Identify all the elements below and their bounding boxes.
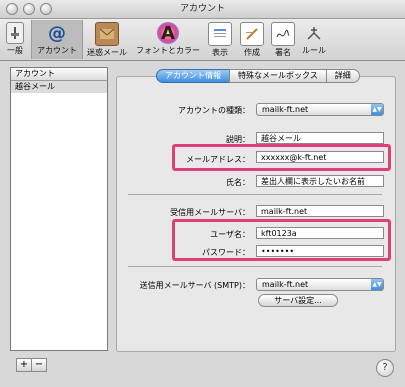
add-account-button[interactable]: + bbox=[16, 358, 32, 372]
password-label: パスワード： bbox=[202, 248, 250, 257]
email-label: メールアドレス： bbox=[186, 155, 250, 164]
toolbar-rules-label: ルール bbox=[302, 46, 326, 55]
email-field[interactable]: xxxxxx@k-ft.net bbox=[256, 151, 384, 163]
server-settings-button[interactable]: サーバ設定... bbox=[258, 294, 338, 307]
separator bbox=[128, 266, 382, 267]
close-icon[interactable] bbox=[6, 3, 18, 15]
toolbar: 一般 @ アカウント 迷惑メール A フォントとカラー 表示 作成 署名 ルール bbox=[0, 19, 405, 61]
toolbar-rules[interactable]: ルール bbox=[299, 20, 329, 59]
password-field[interactable]: ••••••• bbox=[256, 245, 384, 257]
separator bbox=[128, 194, 382, 195]
window-controls bbox=[6, 3, 52, 15]
toolbar-accounts-label: アカウント bbox=[37, 46, 77, 55]
account-list-item[interactable]: 越谷メール bbox=[11, 81, 107, 93]
account-list[interactable]: アカウント 越谷メール bbox=[10, 67, 108, 351]
viewing-icon bbox=[208, 22, 232, 46]
toolbar-fonts-colors-label: フォントとカラー bbox=[136, 46, 200, 55]
toolbar-signatures-label: 署名 bbox=[275, 48, 291, 57]
toolbar-general[interactable]: 一般 bbox=[2, 20, 28, 59]
fonts-colors-icon: A bbox=[157, 22, 179, 44]
tab-account-info[interactable]: アカウント情報 bbox=[156, 69, 230, 83]
composing-icon bbox=[240, 22, 264, 46]
incoming-server-field[interactable]: mailk-ft.net bbox=[256, 205, 384, 217]
tab-special-mailboxes[interactable]: 特殊なメールボックス bbox=[229, 69, 327, 83]
tab-bar: アカウント情報 特殊なメールボックス 詳細 bbox=[156, 69, 360, 83]
title-bar: アカウント bbox=[0, 0, 405, 19]
general-icon bbox=[6, 22, 24, 44]
username-label: ユーザ名： bbox=[210, 230, 250, 239]
account-type-value: mailk-ft.net bbox=[262, 105, 309, 114]
help-button[interactable]: ? bbox=[376, 359, 394, 377]
minimize-icon[interactable] bbox=[23, 3, 35, 15]
toolbar-viewing-label: 表示 bbox=[212, 48, 228, 57]
account-type-select[interactable]: mailk-ft.net ▲▼ bbox=[256, 103, 384, 116]
toolbar-composing-label: 作成 bbox=[244, 48, 260, 57]
full-name-label: 氏名： bbox=[226, 178, 250, 187]
toolbar-composing[interactable]: 作成 bbox=[238, 20, 266, 59]
toolbar-junk-mail-label: 迷惑メール bbox=[87, 48, 127, 57]
incoming-server-label: 受信用メールサーバ： bbox=[170, 208, 250, 217]
description-field[interactable]: 越谷メール bbox=[256, 132, 384, 144]
account-type-label: アカウントの種類： bbox=[178, 106, 250, 115]
chevron-updown-icon: ▲▼ bbox=[371, 279, 383, 290]
signatures-icon bbox=[271, 22, 295, 46]
username-field[interactable]: kft0123a bbox=[256, 227, 384, 239]
full-name-field[interactable]: 差出人欄に表示したいお名前 bbox=[256, 175, 384, 187]
rules-icon bbox=[303, 22, 325, 44]
at-icon: @ bbox=[48, 22, 66, 44]
smtp-label: 送信用メールサーバ (SMTP)： bbox=[139, 281, 250, 290]
junk-mail-icon bbox=[95, 22, 119, 46]
toolbar-accounts[interactable]: @ アカウント bbox=[31, 20, 83, 59]
toolbar-signatures[interactable]: 署名 bbox=[270, 20, 296, 59]
account-list-header[interactable]: アカウント bbox=[11, 68, 107, 81]
preferences-window: アカウント 一般 @ アカウント 迷惑メール A フォントとカラー 表示 作成 … bbox=[0, 0, 405, 387]
tab-advanced[interactable]: 詳細 bbox=[325, 69, 360, 83]
zoom-icon[interactable] bbox=[40, 3, 52, 15]
smtp-select[interactable]: mailk-ft.net ▲▼ bbox=[256, 278, 384, 291]
toolbar-viewing[interactable]: 表示 bbox=[206, 20, 234, 59]
toolbar-general-label: 一般 bbox=[7, 46, 23, 55]
chevron-updown-icon: ▲▼ bbox=[371, 104, 383, 115]
toolbar-fonts-colors[interactable]: A フォントとカラー bbox=[133, 20, 203, 59]
toolbar-junk-mail[interactable]: 迷惑メール bbox=[84, 20, 130, 59]
smtp-value: mailk-ft.net bbox=[262, 280, 309, 289]
remove-account-button[interactable]: − bbox=[31, 358, 47, 372]
window-title: アカウント bbox=[179, 4, 225, 14]
